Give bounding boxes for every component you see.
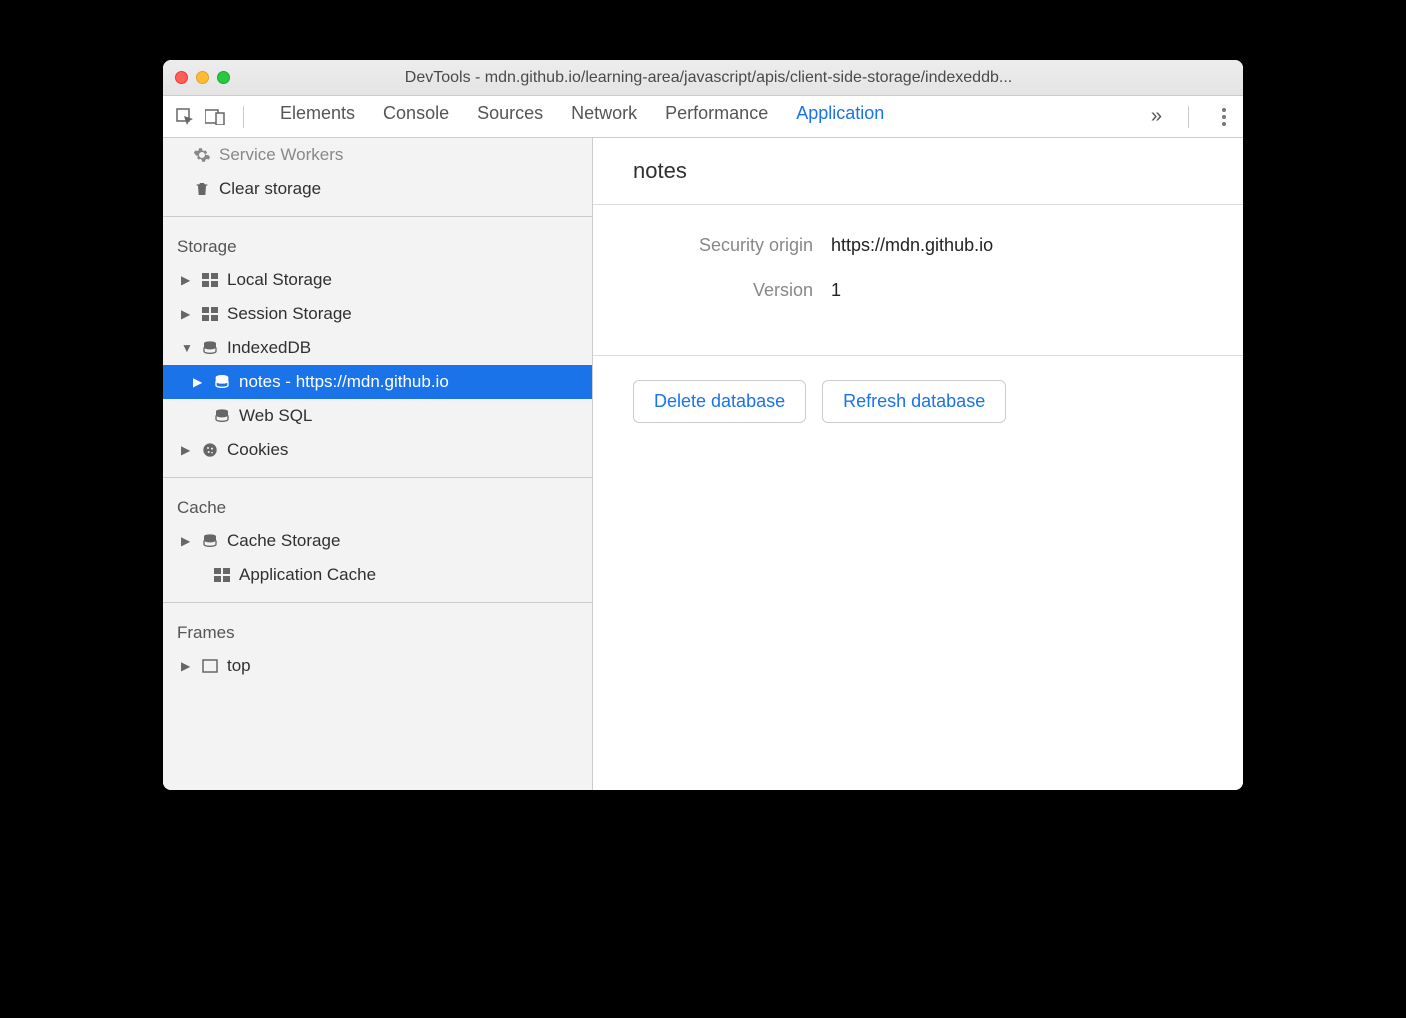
chevron-right-icon: ▶ [193, 375, 205, 389]
divider [163, 477, 592, 478]
sidebar-item-label: Cache Storage [227, 531, 340, 551]
sidebar-item-cookies[interactable]: ▶ Cookies [163, 433, 592, 467]
tab-console[interactable]: Console [383, 103, 449, 130]
sidebar-item-label: Web SQL [239, 406, 312, 426]
sidebar-item-label: Session Storage [227, 304, 352, 324]
main-panel: notes Security origin https://mdn.github… [593, 138, 1243, 790]
sidebar-item-cache-storage[interactable]: ▶ Cache Storage [163, 524, 592, 558]
frame-icon [201, 657, 219, 675]
chevron-right-icon: ▶ [181, 273, 193, 287]
sidebar-item-indexeddb-notes[interactable]: ▶ notes - https://mdn.github.io [163, 365, 592, 399]
trash-icon [193, 180, 211, 198]
sidebar-item-label: Service Workers [219, 145, 343, 165]
section-heading-cache: Cache [163, 488, 592, 524]
window-title: DevTools - mdn.github.io/learning-area/j… [246, 69, 1231, 87]
tab-network[interactable]: Network [571, 103, 637, 130]
database-icon [213, 407, 231, 425]
sidebar-item-session-storage[interactable]: ▶ Session Storage [163, 297, 592, 331]
database-details: Security origin https://mdn.github.io Ve… [593, 205, 1243, 356]
sidebar-item-indexeddb[interactable]: ▼ IndexedDB [163, 331, 592, 365]
sidebar-item-local-storage[interactable]: ▶ Local Storage [163, 263, 592, 297]
database-name-heading: notes [593, 138, 1243, 205]
cookie-icon [201, 441, 219, 459]
sidebar-item-label: Local Storage [227, 270, 332, 290]
device-toolbar-icon[interactable] [203, 105, 227, 129]
sidebar-item-clear-storage[interactable]: Clear storage [163, 172, 592, 206]
application-sidebar: Service Workers Clear storage Storage ▶ … [163, 138, 593, 790]
divider [163, 216, 592, 217]
toolbar-divider [243, 106, 244, 128]
delete-database-button[interactable]: Delete database [633, 380, 806, 423]
sidebar-item-application-cache[interactable]: Application Cache [163, 558, 592, 592]
devtools-window: DevTools - mdn.github.io/learning-area/j… [163, 60, 1243, 790]
database-icon [201, 532, 219, 550]
tab-performance[interactable]: Performance [665, 103, 768, 130]
divider [163, 602, 592, 603]
section-heading-frames: Frames [163, 613, 592, 649]
panel-tabs: Elements Console Sources Network Perform… [280, 103, 1135, 130]
window-controls [175, 71, 230, 84]
security-origin-row: Security origin https://mdn.github.io [633, 235, 1203, 256]
security-origin-label: Security origin [633, 235, 813, 256]
sidebar-item-label: Clear storage [219, 179, 321, 199]
tabs-overflow-button[interactable]: » [1151, 105, 1162, 128]
devtools-toolbar: Elements Console Sources Network Perform… [163, 96, 1243, 138]
chevron-right-icon: ▶ [181, 443, 193, 457]
grid-icon [201, 305, 219, 323]
grid-icon [201, 271, 219, 289]
section-heading-storage: Storage [163, 227, 592, 263]
grid-icon [213, 566, 231, 584]
sidebar-item-label: Application Cache [239, 565, 376, 585]
tab-elements[interactable]: Elements [280, 103, 355, 130]
sidebar-item-websql[interactable]: Web SQL [163, 399, 592, 433]
chevron-right-icon: ▶ [181, 534, 193, 548]
zoom-window-button[interactable] [217, 71, 230, 84]
version-label: Version [633, 280, 813, 301]
menu-icon[interactable] [1215, 108, 1233, 126]
database-icon [213, 373, 231, 391]
chevron-right-icon: ▶ [181, 659, 193, 673]
database-actions: Delete database Refresh database [593, 356, 1243, 447]
minimize-window-button[interactable] [196, 71, 209, 84]
titlebar: DevTools - mdn.github.io/learning-area/j… [163, 60, 1243, 96]
sidebar-item-label: IndexedDB [227, 338, 311, 358]
sidebar-item-label: top [227, 656, 251, 676]
security-origin-value: https://mdn.github.io [831, 235, 993, 256]
version-value: 1 [831, 280, 841, 301]
toolbar-divider [1188, 106, 1189, 128]
tab-sources[interactable]: Sources [477, 103, 543, 130]
panel-body: Service Workers Clear storage Storage ▶ … [163, 138, 1243, 790]
close-window-button[interactable] [175, 71, 188, 84]
version-row: Version 1 [633, 280, 1203, 301]
refresh-database-button[interactable]: Refresh database [822, 380, 1006, 423]
sidebar-item-label: Cookies [227, 440, 288, 460]
tab-application[interactable]: Application [796, 103, 884, 142]
sidebar-item-label: notes - https://mdn.github.io [239, 372, 449, 392]
sidebar-item-service-workers[interactable]: Service Workers [163, 138, 592, 172]
gear-icon [193, 146, 211, 164]
chevron-right-icon: ▶ [181, 307, 193, 321]
database-icon [201, 339, 219, 357]
inspect-element-icon[interactable] [173, 105, 197, 129]
chevron-down-icon: ▼ [181, 341, 193, 355]
sidebar-item-top-frame[interactable]: ▶ top [163, 649, 592, 683]
